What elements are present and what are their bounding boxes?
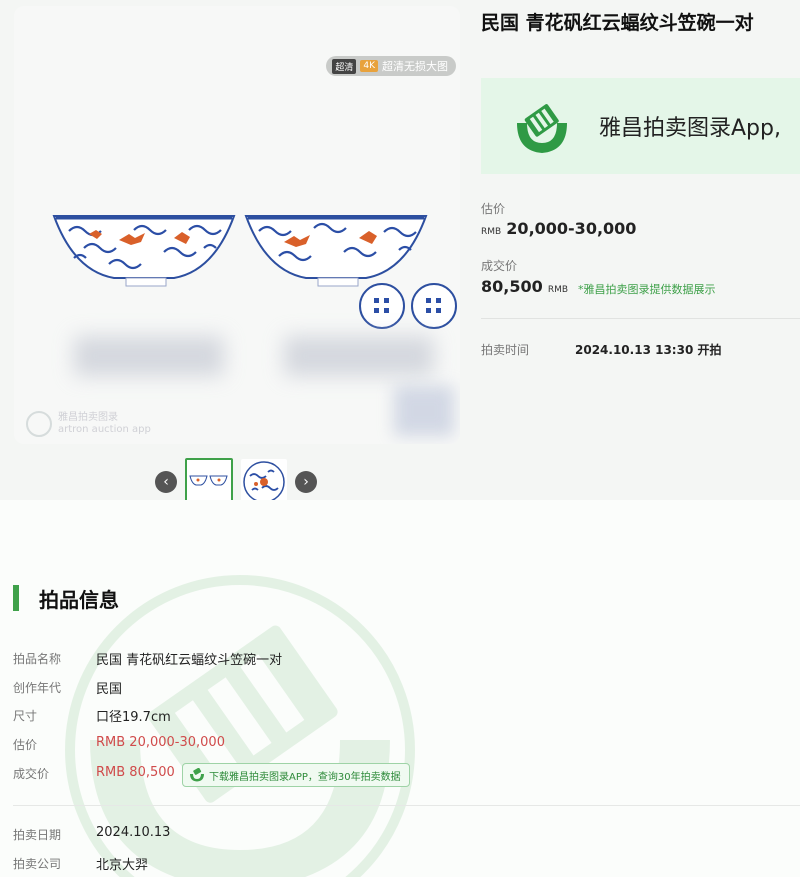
estimate-value: 20,000-30,000	[506, 219, 637, 238]
hd-image-badge[interactable]: 超清 4K 超清无损大图	[326, 56, 456, 76]
artron-app-logo-icon	[517, 104, 567, 153]
hd-tag: 超清	[332, 58, 357, 74]
next-image-button[interactable]: ›	[295, 471, 317, 493]
detail-value-company: 北京大羿	[96, 858, 149, 873]
banner-text: 雅昌拍卖图录App,	[599, 116, 781, 141]
detail-value-era: 民国	[96, 682, 123, 697]
auction-time-value: 2024.10.13 13:30 开拍	[575, 343, 722, 357]
image-gallery[interactable]: 超清 4K 超清无损大图 雅昌拍卖图录 artron auction app	[14, 6, 460, 444]
estimate-price: RMB 20,000-30,000	[481, 219, 636, 238]
thumbnail-bowl-interior[interactable]	[241, 459, 287, 505]
bowl-pair-image	[52, 215, 457, 329]
app-promo-banner[interactable]: 雅昌拍卖图录App,	[481, 78, 800, 174]
detail-label-date: 拍卖日期	[13, 828, 62, 842]
detail-label-company: 拍卖公司	[13, 857, 62, 871]
sold-value: 80,500	[481, 277, 543, 296]
thumbnail-bowls-icon	[189, 475, 228, 486]
watermark-logo-icon	[26, 411, 52, 437]
watermark-line1: 雅昌拍卖图录	[58, 412, 118, 423]
watermark-line2: artron auction app	[58, 424, 151, 435]
hd-badge-text: 超清无损大图	[382, 60, 448, 73]
detail-label-sold: 成交价	[13, 767, 50, 781]
detail-value-name: 民国 青花矾红云蝠纹斗笠碗一对	[96, 653, 283, 668]
thumbnail-bowls[interactable]	[185, 458, 233, 506]
detail-label-estimate: 估价	[13, 738, 38, 752]
sold-currency: RMB	[547, 285, 569, 295]
estimate-label: 估价	[481, 202, 506, 216]
lot-title: 民国 青花矾红云蝠纹斗笠碗一对	[481, 12, 754, 34]
thumbnail-interior-icon	[243, 461, 285, 503]
blurred-region	[74, 336, 224, 376]
lot-details-section: 拍品信息 拍品名称 民国 青花矾红云蝠纹斗笠碗一对 创作年代 民国 尺寸 口径1…	[0, 500, 800, 877]
sold-data-note: *雅昌拍卖图录提供数据展示	[578, 283, 716, 296]
gallery-watermark: 雅昌拍卖图录 artron auction app	[26, 411, 151, 437]
blurred-region	[284, 336, 434, 376]
download-app-text: 下载雅昌拍卖图录APP，查询30年拍卖数据	[209, 771, 401, 783]
thumbnail-strip: ‹ ›	[155, 458, 317, 506]
section-title: 拍品信息	[39, 588, 119, 612]
estimate-currency: RMB	[481, 227, 502, 237]
divider	[481, 318, 800, 319]
prev-image-button[interactable]: ‹	[155, 471, 177, 493]
sold-price: 80,500 RMB	[481, 277, 568, 296]
detail-value-sold: RMB 80,500	[96, 765, 175, 780]
sold-label: 成交价	[481, 259, 518, 273]
detail-label-name: 拍品名称	[13, 652, 62, 666]
app-logo-small-icon	[190, 768, 204, 782]
section-accent-bar	[13, 585, 19, 611]
detail-label-size: 尺寸	[13, 709, 38, 723]
auction-time-label: 拍卖时间	[481, 343, 530, 357]
download-app-button[interactable]: 下载雅昌拍卖图录APP，查询30年拍卖数据	[182, 763, 410, 787]
detail-value-date: 2024.10.13	[96, 825, 171, 840]
blurred-region	[394, 386, 454, 436]
detail-value-size: 口径19.7cm	[96, 710, 171, 725]
detail-label-era: 创作年代	[13, 681, 62, 695]
divider	[13, 805, 800, 806]
detail-value-estimate: RMB 20,000-30,000	[96, 735, 225, 750]
4k-tag: 4K	[360, 60, 378, 72]
